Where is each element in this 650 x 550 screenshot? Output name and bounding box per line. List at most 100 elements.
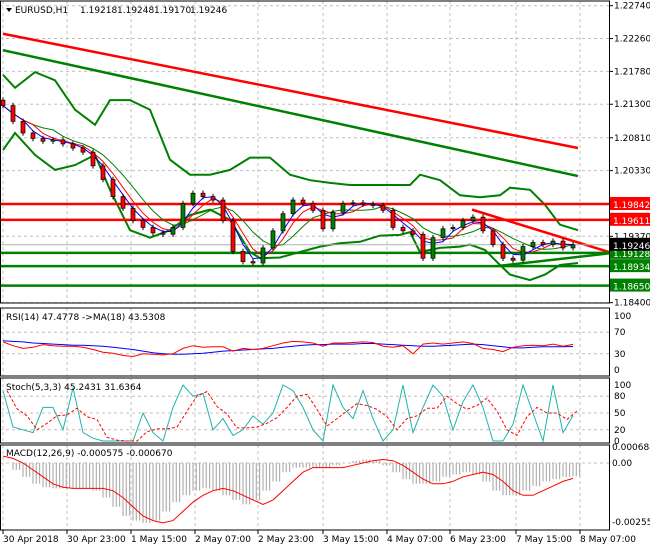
macd-tick-label: -0.002559 bbox=[612, 518, 650, 528]
symbol-label: EURUSD,H1 bbox=[15, 6, 68, 16]
rsi-tick-label: 30 bbox=[614, 350, 626, 360]
macd-tick-label: 0.00 bbox=[612, 459, 632, 469]
candle-body bbox=[50, 139, 56, 142]
macd-panel[interactable] bbox=[2, 455, 581, 524]
price-tick-label: 1.18400 bbox=[614, 299, 650, 309]
candle[interactable] bbox=[100, 163, 106, 183]
candle[interactable] bbox=[250, 258, 256, 266]
candle[interactable] bbox=[220, 197, 226, 224]
candle-body bbox=[120, 196, 126, 209]
candle[interactable] bbox=[540, 239, 546, 248]
candle[interactable] bbox=[290, 197, 296, 217]
candle[interactable] bbox=[120, 193, 126, 211]
candle[interactable] bbox=[350, 200, 356, 207]
candle-body bbox=[310, 203, 316, 211]
time-label: 2 May 23:00 bbox=[258, 535, 314, 545]
candle-body bbox=[280, 213, 286, 232]
candle-body bbox=[470, 216, 476, 221]
bollinger-lower-band bbox=[2, 131, 579, 282]
candle[interactable] bbox=[520, 243, 526, 263]
candle-body bbox=[60, 139, 66, 145]
candle-body bbox=[260, 247, 266, 264]
candle-body bbox=[10, 105, 16, 122]
candle-body bbox=[420, 233, 426, 259]
trendline[interactable] bbox=[2, 32, 579, 150]
candle[interactable] bbox=[10, 102, 16, 125]
candle[interactable] bbox=[550, 238, 556, 248]
candle-body bbox=[180, 203, 186, 228]
candle[interactable] bbox=[430, 234, 436, 261]
macd-label: MACD(12,26,9) -0.000575 -0.000670 bbox=[6, 449, 173, 459]
candle[interactable] bbox=[500, 241, 506, 261]
candle-body bbox=[200, 192, 206, 197]
moving-average-fast bbox=[2, 105, 574, 260]
macd-tick-label: 0.000684 bbox=[612, 443, 650, 453]
candle-body bbox=[370, 203, 376, 206]
candle-body bbox=[460, 220, 466, 228]
candle-body bbox=[410, 230, 416, 235]
candle[interactable] bbox=[60, 137, 66, 147]
candle[interactable] bbox=[560, 238, 566, 251]
candle-body bbox=[430, 237, 436, 259]
time-label: 8 May 07:00 bbox=[580, 535, 636, 545]
candle[interactable] bbox=[240, 248, 246, 265]
candle-body bbox=[160, 232, 166, 235]
candle-body bbox=[400, 227, 406, 232]
dropdown-triangle-icon[interactable] bbox=[6, 8, 12, 12]
candle[interactable] bbox=[480, 214, 486, 234]
candle-body bbox=[30, 132, 36, 139]
candle[interactable] bbox=[130, 205, 136, 224]
candle[interactable] bbox=[320, 207, 326, 232]
candle-body bbox=[360, 202, 366, 205]
candle-body bbox=[0, 99, 6, 106]
candle[interactable] bbox=[110, 176, 116, 200]
candle-body bbox=[250, 261, 256, 264]
candle-body bbox=[150, 227, 156, 234]
candle[interactable] bbox=[280, 210, 286, 234]
open-price: 1.19218 bbox=[80, 6, 117, 16]
candle-body bbox=[130, 207, 136, 221]
candle-body bbox=[220, 199, 226, 221]
candle-body bbox=[540, 242, 546, 245]
time-label: 7 May 15:00 bbox=[516, 535, 572, 545]
candle[interactable] bbox=[230, 217, 236, 255]
candle-body bbox=[500, 244, 506, 259]
time-label: 30 Apr 23:00 bbox=[67, 535, 126, 545]
moving-average-slow bbox=[2, 105, 574, 250]
candle[interactable] bbox=[570, 242, 576, 251]
candle-body bbox=[240, 251, 246, 262]
high-price: 1.19248 bbox=[117, 6, 154, 16]
candle[interactable] bbox=[270, 228, 276, 251]
candle[interactable] bbox=[400, 224, 406, 234]
candle[interactable] bbox=[20, 118, 26, 136]
candle-body bbox=[170, 227, 176, 235]
candle-body bbox=[230, 220, 236, 252]
price-tick-label: 1.21780 bbox=[614, 67, 650, 77]
moving-average-mid bbox=[2, 105, 574, 257]
candle[interactable] bbox=[330, 209, 336, 232]
candle-body bbox=[490, 230, 496, 245]
candle[interactable] bbox=[390, 207, 396, 231]
macd-signal-line bbox=[2, 455, 574, 524]
candle-body bbox=[40, 138, 46, 142]
candle[interactable] bbox=[90, 149, 96, 169]
candle[interactable] bbox=[370, 201, 376, 209]
candle[interactable] bbox=[310, 200, 316, 214]
candle[interactable] bbox=[260, 245, 266, 266]
candle-body bbox=[510, 257, 516, 261]
candle-body bbox=[270, 230, 276, 249]
current-price-tag-text: 1.19246 bbox=[613, 242, 650, 252]
candle-body bbox=[380, 205, 386, 211]
bollinger-upper-band bbox=[2, 70, 579, 232]
candle[interactable] bbox=[440, 226, 446, 241]
trading-chart[interactable]: 1.22740 1.22260 1.21780 1.21300 1.20810 1.203… bbox=[0, 0, 650, 550]
candle-body bbox=[560, 240, 566, 249]
stoch-tick-label: 80 bbox=[614, 392, 626, 402]
candle[interactable] bbox=[490, 228, 496, 248]
candle[interactable] bbox=[210, 193, 216, 203]
candle[interactable] bbox=[510, 255, 516, 263]
candle-body bbox=[450, 227, 456, 230]
candle[interactable] bbox=[180, 200, 186, 231]
candle[interactable] bbox=[420, 231, 426, 261]
rsi-tick-label: 0 bbox=[614, 366, 620, 376]
